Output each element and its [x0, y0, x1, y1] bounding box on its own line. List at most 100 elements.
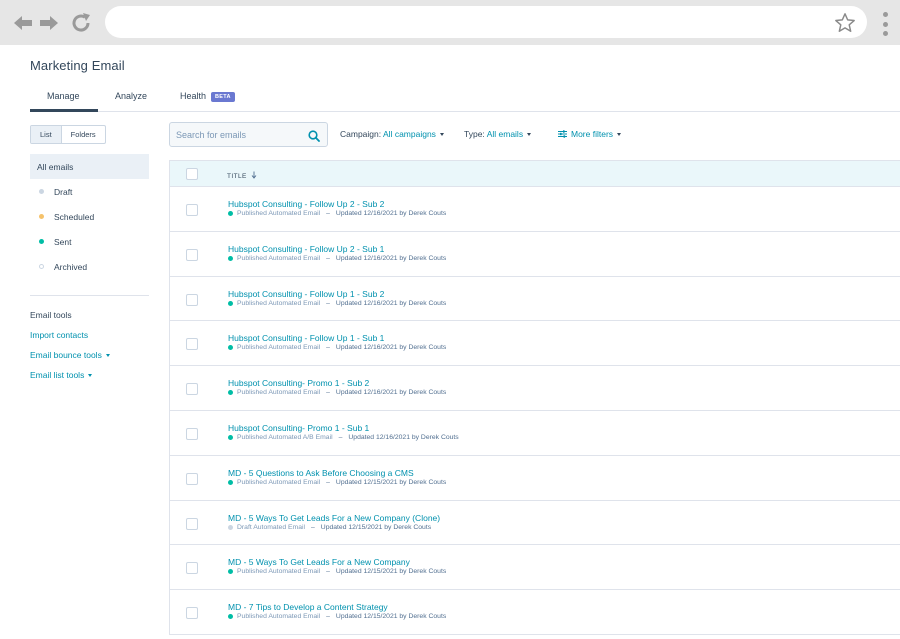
table-row[interactable]: MD - 7 Tips to Develop a Content Strateg… — [169, 590, 900, 635]
email-meta: Published Automated Email – Updated 12/16/… — [228, 389, 446, 396]
email-title-link[interactable]: Hubspot Consulting - Follow Up 1 - Sub 2 — [228, 289, 384, 299]
email-title-link[interactable]: Hubspot Consulting- Promo 1 - Sub 1 — [228, 423, 369, 433]
address-bar[interactable] — [105, 6, 867, 38]
email-status: Published Automated A/B Email — [237, 433, 333, 441]
sidebar-item-archived[interactable]: Archived — [30, 254, 149, 279]
forward-arrow-icon[interactable] — [36, 10, 62, 36]
row-checkbox[interactable] — [186, 383, 198, 396]
email-updated: Updated 12/16/2021 by Derek Couts — [348, 433, 459, 441]
more-menu-icon[interactable] — [878, 12, 892, 36]
status-dot-icon — [228, 345, 233, 351]
status-dot-icon — [228, 300, 233, 306]
table-row[interactable]: Hubspot Consulting - Follow Up 2 - Sub 2… — [169, 187, 900, 232]
email-status: Published Automated Email — [237, 478, 321, 486]
status-dot-icon — [228, 569, 233, 575]
email-meta: Published Automated Email – Updated 12/16/… — [228, 344, 446, 351]
select-all-checkbox[interactable] — [186, 168, 198, 180]
email-status: Published Automated Email — [237, 389, 321, 397]
active-tab-indicator — [30, 109, 98, 112]
sidebar-item-draft[interactable]: Draft — [30, 179, 149, 204]
view-toggle: List Folders — [30, 125, 106, 144]
folders-view-button[interactable]: Folders — [62, 126, 105, 143]
email-meta: Published Automated A/B Email – Updated 12… — [228, 434, 459, 441]
meta-separator: – — [326, 299, 330, 307]
table-row[interactable]: Hubspot Consulting- Promo 1 - Sub 2 Publi… — [169, 366, 900, 411]
more-filters-button[interactable]: More filters — [558, 129, 622, 140]
list-view-button[interactable]: List — [31, 126, 62, 143]
search-icon[interactable] — [308, 129, 320, 147]
status-dot-icon — [228, 390, 233, 396]
row-checkbox[interactable] — [186, 517, 198, 530]
email-title-link[interactable]: MD - 5 Ways To Get Leads For a New Compa… — [228, 513, 440, 523]
email-status: Published Automated Email — [237, 210, 321, 217]
email-bounce-tools-dropdown[interactable]: Email bounce tools — [30, 350, 110, 360]
sidebar-item-sent[interactable]: Sent — [30, 229, 149, 254]
tab-health-label: Health — [180, 91, 207, 101]
meta-separator: – — [326, 344, 330, 352]
meta-separator: – — [326, 389, 330, 397]
email-title-link[interactable]: MD - 7 Tips to Develop a Content Strateg… — [228, 602, 388, 612]
email-meta: Published Automated Email – Updated 12/16/… — [228, 210, 446, 217]
search-input[interactable] — [176, 127, 296, 143]
type-filter-label: Type: — [464, 129, 485, 139]
email-list-tools-dropdown[interactable]: Email list tools — [30, 370, 93, 380]
email-updated: Updated 12/15/2021 by Derek Couts — [320, 523, 432, 531]
row-checkbox[interactable] — [186, 607, 198, 620]
status-dot-icon — [228, 434, 233, 440]
table-row[interactable]: Hubspot Consulting - Follow Up 2 - Sub 1… — [169, 231, 900, 277]
campaign-filter-value[interactable]: All campaigns — [383, 129, 436, 139]
campaign-filter[interactable]: Campaign: All campaigns — [340, 129, 444, 139]
row-checkbox[interactable] — [186, 562, 198, 575]
email-updated: Updated 12/15/2021 by Derek Couts — [335, 613, 447, 621]
email-status: Published Automated Email — [237, 299, 321, 307]
email-title-link[interactable]: Hubspot Consulting- Promo 1 - Sub 2 — [228, 378, 369, 388]
email-status: Published Automated Email — [237, 344, 321, 352]
sidebar-divider — [30, 295, 149, 296]
email-updated: Updated 12/15/2021 by Derek Couts — [335, 568, 447, 576]
table-row[interactable]: Hubspot Consulting - Follow Up 1 - Sub 1… — [169, 321, 900, 367]
table-row[interactable]: MD - 5 Ways To Get Leads For a New Compa… — [169, 545, 900, 591]
import-contacts-link[interactable]: Import contacts — [30, 330, 88, 340]
chevron-down-icon — [617, 133, 622, 136]
search-box — [169, 122, 328, 147]
sidebar-item-label: Archived — [54, 261, 88, 272]
table-row[interactable]: Hubspot Consulting - Follow Up 1 - Sub 2… — [169, 276, 900, 322]
row-checkbox[interactable] — [186, 293, 198, 306]
table-row[interactable]: MD - 5 Questions to Ask Before Choosing … — [169, 455, 900, 501]
table-row[interactable]: Hubspot Consulting- Promo 1 - Sub 1 Publi… — [169, 410, 900, 456]
type-filter[interactable]: Type: All emails — [464, 129, 532, 139]
row-checkbox[interactable] — [186, 204, 198, 216]
email-title-link[interactable]: Hubspot Consulting - Follow Up 1 - Sub 1 — [228, 333, 384, 343]
row-checkbox[interactable] — [186, 427, 198, 440]
sidebar-item-all-emails[interactable]: All emails — [30, 154, 149, 179]
chevron-down-icon — [439, 133, 444, 136]
row-checkbox[interactable] — [186, 248, 198, 261]
reload-icon[interactable] — [68, 10, 94, 36]
sidebar-item-label: Draft — [54, 186, 73, 197]
tab-analyze[interactable]: Analyze — [115, 91, 147, 101]
meta-separator: – — [326, 254, 330, 262]
tab-health[interactable]: Health BETA — [180, 91, 235, 102]
type-filter-value[interactable]: All emails — [487, 129, 523, 139]
sidebar-item-scheduled[interactable]: Scheduled — [30, 204, 149, 229]
email-list-tools-label: Email list tools — [30, 370, 85, 380]
email-title-link[interactable]: Hubspot Consulting - Follow Up 2 - Sub 2 — [228, 199, 384, 209]
import-contacts-label: Import contacts — [30, 330, 89, 340]
title-column-header[interactable]: TITLE — [227, 171, 257, 181]
row-checkbox[interactable] — [186, 338, 198, 351]
email-title-link[interactable]: MD - 5 Ways To Get Leads For a New Compa… — [228, 557, 410, 567]
table-row[interactable]: MD - 5 Ways To Get Leads For a New Compa… — [169, 500, 900, 546]
row-checkbox[interactable] — [186, 472, 198, 485]
sent-dot-icon — [39, 239, 44, 244]
meta-separator: – — [326, 210, 330, 217]
email-title-link[interactable]: MD - 5 Questions to Ask Before Choosing … — [228, 468, 414, 478]
email-bounce-tools-label: Email bounce tools — [30, 350, 102, 360]
browser-toolbar — [0, 0, 900, 45]
email-status: Draft Automated Email — [237, 523, 305, 531]
bookmark-star-icon[interactable] — [832, 10, 858, 36]
email-meta: Published Automated Email – Updated 12/16/… — [228, 300, 446, 307]
back-arrow-icon[interactable] — [10, 10, 36, 36]
tab-manage[interactable]: Manage — [47, 91, 80, 101]
tab-bar: Manage Analyze Health BETA — [30, 84, 900, 112]
email-title-link[interactable]: Hubspot Consulting - Follow Up 2 - Sub 1 — [228, 244, 384, 254]
